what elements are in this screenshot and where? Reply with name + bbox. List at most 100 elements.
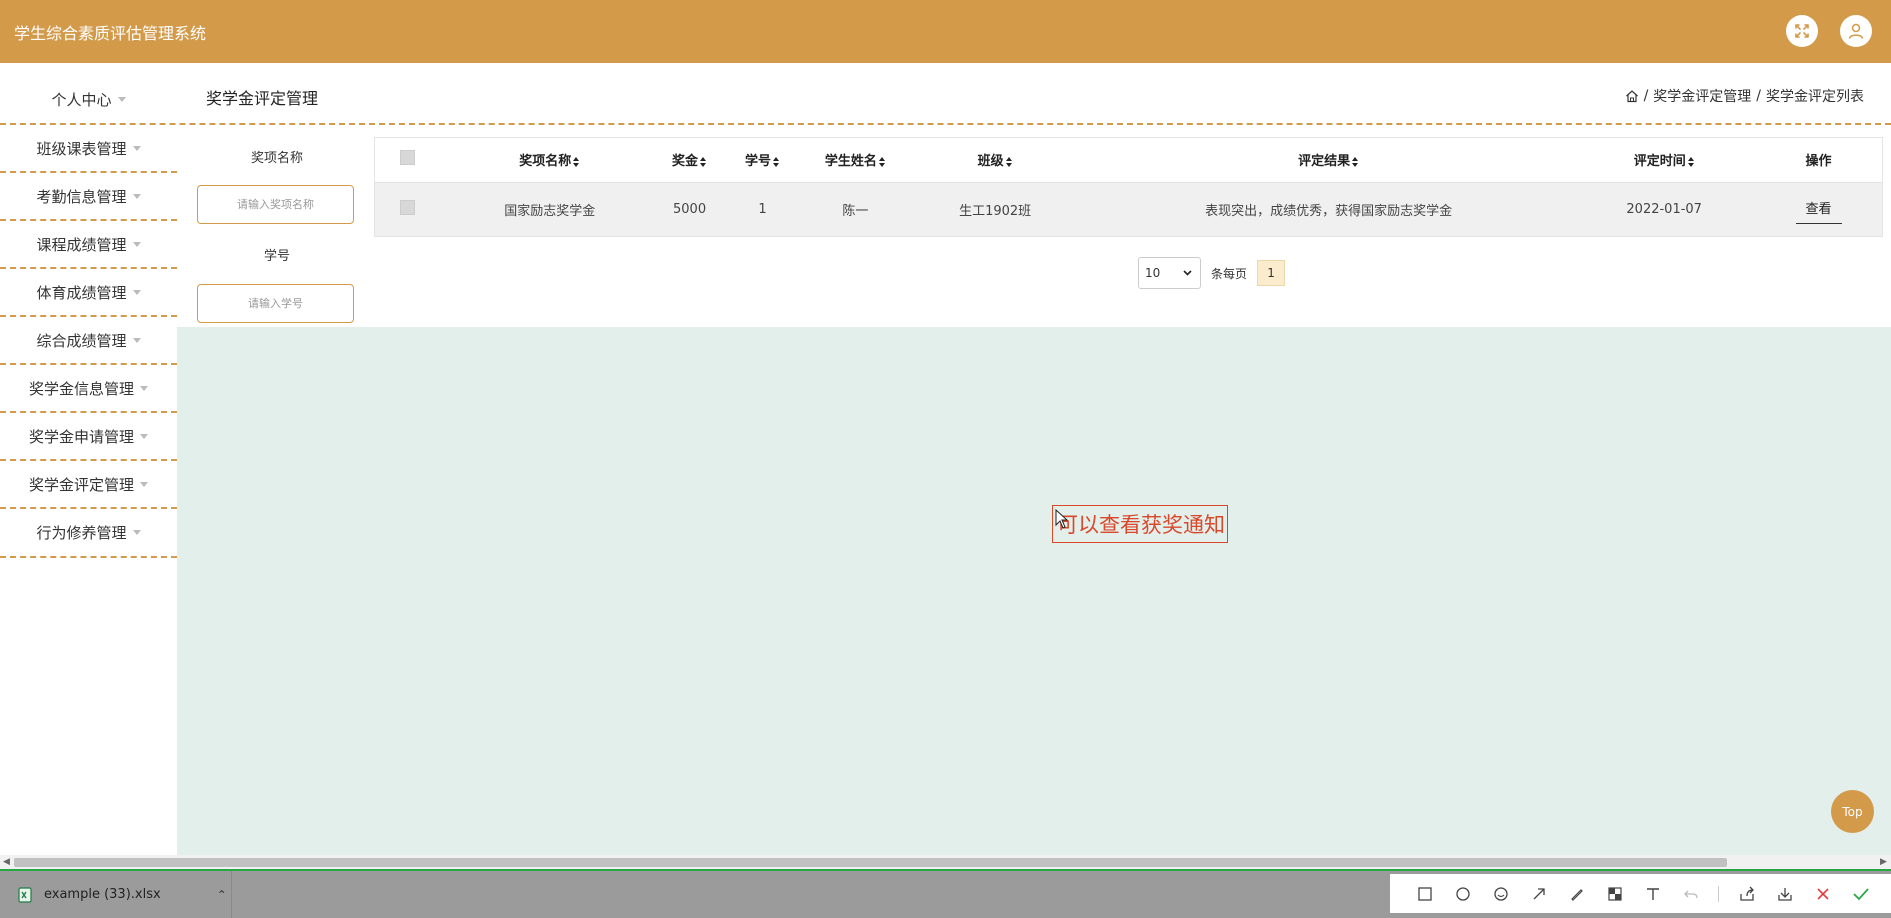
breadcrumb-item[interactable]: 奖学金评定管理: [1653, 86, 1751, 106]
award-name-label: 奖项名称: [250, 151, 303, 166]
sidebar-item-overall-grades[interactable]: 综合成绩管理: [0, 316, 177, 364]
sort-icon[interactable]: [878, 156, 886, 167]
chevron-up-icon[interactable]: ⌃: [217, 888, 227, 902]
column-header-label: 操作: [1805, 154, 1832, 170]
sidebar-item-pe-grades[interactable]: 体育成绩管理: [0, 268, 177, 316]
sidebar-item-label: 奖学金申请管理: [28, 427, 134, 446]
select-all-checkbox[interactable]: [400, 150, 416, 166]
breadcrumb-item: 奖学金评定列表: [1766, 89, 1864, 105]
row-select-cell: [375, 182, 441, 236]
pen-tool-icon[interactable]: [1566, 883, 1587, 904]
fullscreen-button[interactable]: [1786, 15, 1818, 47]
sidebar-item-label: 体育成绩管理: [36, 283, 127, 302]
page-title: 奖学金评定管理: [206, 89, 319, 108]
cell-action: 查看: [1755, 182, 1882, 236]
sidebar-item-label: 奖学金信息管理: [28, 379, 134, 398]
column-header-label: 评定时间: [1633, 154, 1686, 170]
search-panel: 奖项名称 学号 查询: [177, 125, 370, 373]
sort-icon[interactable]: [772, 156, 780, 167]
text-tool-icon[interactable]: [1642, 883, 1663, 904]
toolbar-divider: [1718, 885, 1719, 902]
cell-class: 生工1902班: [959, 203, 1032, 219]
sort-icon[interactable]: [1005, 156, 1013, 167]
column-header[interactable]: 学生姓名: [804, 138, 907, 183]
user-icon: [1848, 23, 1864, 39]
per-page-label: 条每页: [1211, 266, 1248, 281]
annotation-toolbar: [1390, 874, 1891, 913]
student-no-label: 学号: [263, 249, 290, 264]
sidebar-item-scholarship-info[interactable]: 奖学金信息管理: [0, 364, 177, 412]
arrow-tool-icon[interactable]: [1528, 883, 1549, 904]
back-to-top-button[interactable]: Top: [1831, 790, 1874, 833]
chevron-down-icon: [132, 193, 141, 199]
cell-amount: 5000: [673, 201, 707, 217]
award-name-input[interactable]: [197, 185, 354, 224]
cell-result: 表现突出，成绩优秀，获得国家励志奖学金: [1205, 203, 1453, 219]
chevron-down-icon: [132, 337, 141, 343]
column-header-label: 学生姓名: [824, 154, 877, 170]
sidebar-item-personal-center[interactable]: 个人中心: [0, 75, 177, 123]
confirm-icon[interactable]: [1850, 883, 1871, 904]
emoji-tool-icon[interactable]: [1490, 883, 1511, 904]
sidebar-item-behavior[interactable]: 行为修养管理: [0, 508, 177, 556]
column-header[interactable]: 奖项名称: [440, 138, 659, 183]
chevron-down-icon: [140, 385, 148, 391]
cell-name: 陈一: [842, 203, 869, 219]
page-number[interactable]: 1: [1257, 260, 1286, 286]
fullscreen-icon: [1795, 24, 1809, 38]
view-button[interactable]: 查看: [1795, 194, 1842, 225]
sort-icon[interactable]: [1687, 156, 1695, 167]
column-header-label: 学号: [744, 154, 771, 170]
annotation-textbox[interactable]: 可以查看获奖通知: [1052, 505, 1228, 543]
sidebar-item-attendance[interactable]: 考勤信息管理: [0, 172, 177, 220]
sidebar: 个人中心 班级课表管理 考勤信息管理 课程成绩管理 体育成绩管理 综合成绩管理 …: [0, 63, 177, 853]
home-icon[interactable]: [1625, 89, 1639, 103]
sidebar-item-scholarship-evaluation[interactable]: 奖学金评定管理: [0, 460, 177, 508]
student-no-input[interactable]: [197, 284, 354, 323]
scroll-left-icon[interactable]: ◀: [3, 857, 10, 867]
scroll-right-icon[interactable]: ▶: [1880, 857, 1887, 867]
sort-icon[interactable]: [573, 156, 580, 167]
select-all-header: [375, 138, 441, 183]
sidebar-item-label: 综合成绩管理: [36, 331, 127, 350]
column-header[interactable]: 评定结果: [1084, 138, 1574, 183]
chevron-down-icon: [140, 481, 148, 487]
sidebar-item-class-schedule[interactable]: 班级课表管理: [0, 124, 177, 172]
column-header: 操作: [1755, 138, 1882, 183]
user-button[interactable]: [1840, 15, 1872, 47]
scrollbar-thumb[interactable]: [14, 858, 1727, 867]
sort-icon[interactable]: [700, 156, 707, 167]
row-checkbox[interactable]: [400, 199, 416, 215]
breadcrumb-separator: /: [1643, 88, 1649, 104]
excel-file-icon: [18, 886, 32, 903]
rectangle-tool-icon[interactable]: [1414, 883, 1435, 904]
column-header-label: 评定结果: [1298, 154, 1351, 170]
chevron-down-icon: [132, 289, 141, 295]
cancel-icon[interactable]: [1812, 883, 1833, 904]
column-header[interactable]: 奖金: [658, 138, 721, 183]
column-header[interactable]: 学号: [720, 138, 805, 183]
share-icon[interactable]: [1736, 883, 1757, 904]
undo-icon[interactable]: [1680, 883, 1701, 904]
ellipse-tool-icon[interactable]: [1452, 883, 1473, 904]
column-header[interactable]: 班级: [906, 138, 1085, 183]
table-row: 国家励志奖学金 5000 1 陈一 生工1902班 表现突出，成绩优秀，获得国家…: [375, 182, 1882, 236]
download-item[interactable]: example (33).xlsx ⌃: [0, 871, 232, 918]
mosaic-tool-icon[interactable]: [1604, 883, 1625, 904]
sidebar-item-scholarship-application[interactable]: 奖学金申请管理: [0, 412, 177, 460]
column-header[interactable]: 评定时间: [1573, 138, 1756, 183]
sidebar-item-label: 班级课表管理: [36, 139, 127, 158]
download-icon[interactable]: [1774, 883, 1795, 904]
cell-student-no: 1: [758, 201, 767, 217]
table-header-row: 奖项名称 奖金 学号 学生姓名 班级 评定结果 评定时间 操作: [375, 138, 1882, 183]
column-header-label: 班级: [977, 154, 1004, 170]
sidebar-item-label: 奖学金评定管理: [28, 475, 134, 494]
page-size-value: 10: [1145, 266, 1161, 280]
chevron-down-icon: [132, 145, 141, 151]
column-header-label: 奖项名称: [519, 154, 572, 170]
horizontal-scrollbar[interactable]: ◀ ▶: [0, 855, 1891, 869]
sort-icon[interactable]: [1352, 156, 1359, 167]
cell-award: 国家励志奖学金: [504, 203, 596, 219]
sidebar-item-course-grades[interactable]: 课程成绩管理: [0, 220, 177, 268]
page-size-select[interactable]: 10: [1138, 257, 1201, 289]
